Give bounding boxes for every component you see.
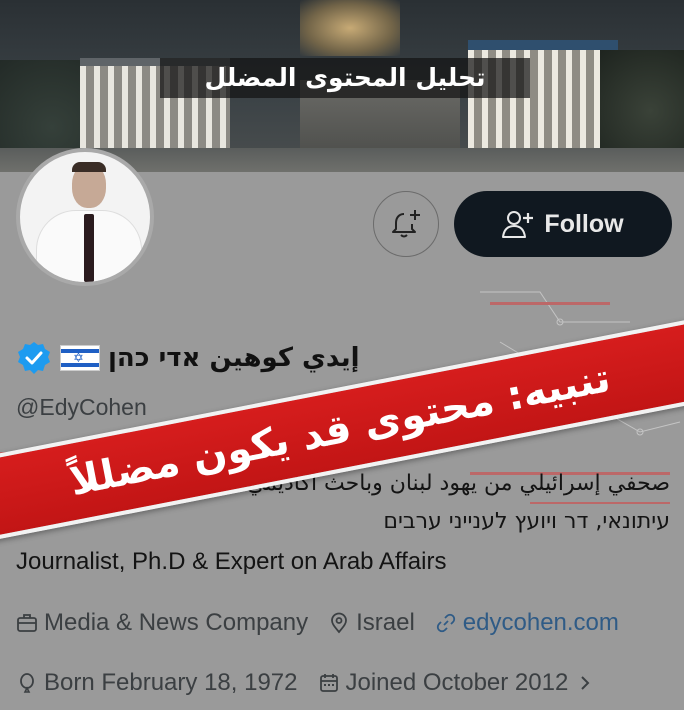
briefcase-icon — [17, 614, 37, 632]
israel-flag-icon: ✡ — [60, 345, 100, 371]
birthdate: Born February 18, 1972 — [16, 666, 298, 700]
notifications-button[interactable] — [373, 191, 439, 257]
avatar[interactable] — [16, 148, 154, 286]
banner-light — [300, 0, 400, 56]
link-icon — [436, 613, 455, 633]
calendar-icon — [319, 674, 338, 692]
join-date[interactable]: Joined October 2012 — [318, 666, 597, 700]
meta-row-2: Born February 18, 1972 Joined October 20… — [16, 666, 596, 700]
profile-banner[interactable]: تحليل المحتوى المضلل — [0, 0, 684, 172]
person-plus-icon — [502, 211, 534, 238]
category-label: Media & News Company — [44, 609, 309, 636]
follow-button[interactable]: Follow — [454, 191, 672, 257]
banner-caption: تحليل المحتوى المضلل — [160, 58, 530, 98]
location-pin-icon — [331, 612, 348, 634]
verified-badge-icon — [18, 342, 50, 374]
location: Israel — [328, 606, 415, 640]
handle: @EdyCohen — [16, 394, 147, 420]
bio-hebrew: עיתונאי, דר ויועץ לענייני ערבים — [383, 509, 670, 534]
name-row: ✡ إيدي كوهين אדי כהן — [16, 338, 360, 378]
location-label: Israel — [356, 609, 415, 636]
category: Media & News Company — [16, 606, 308, 640]
bio-english: Journalist, Ph.D & Expert on Arab Affair… — [16, 548, 447, 575]
chevron-right-icon — [581, 676, 590, 690]
follow-label: Follow — [544, 209, 624, 238]
birthdate-label: Born February 18, 1972 — [44, 669, 298, 696]
meta-row-1: Media & News Company Israel edycohen.com — [16, 606, 619, 640]
website-label[interactable]: edycohen.com — [463, 606, 619, 640]
balloon-icon — [20, 673, 34, 693]
display-name: إيدي كوهين אדי כהן — [108, 343, 360, 373]
join-date-label: Joined October 2012 — [345, 669, 569, 696]
bell-plus-icon — [392, 210, 420, 238]
website-link[interactable]: edycohen.com — [435, 606, 619, 640]
